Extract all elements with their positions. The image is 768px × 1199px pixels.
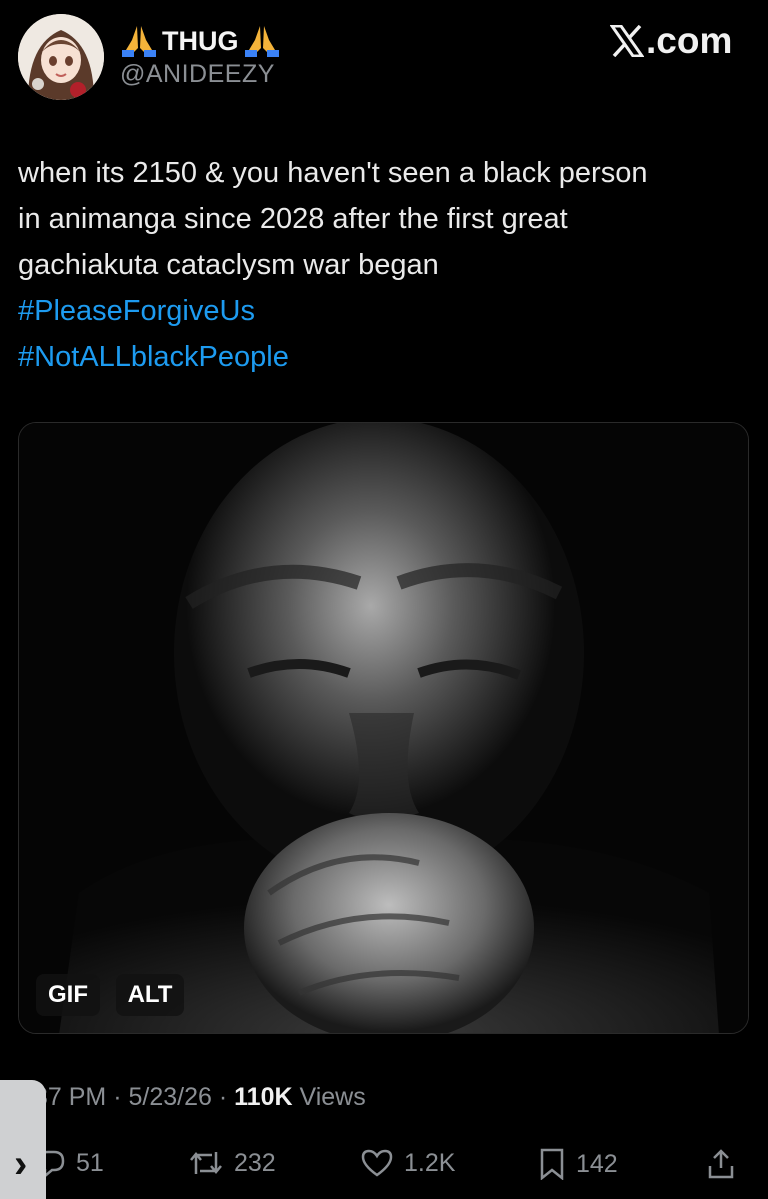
gif-badge: GIF	[36, 974, 100, 1016]
views-count: 110K	[234, 1083, 293, 1111]
share-button[interactable]	[706, 1148, 736, 1180]
site-logo-text: .com	[646, 20, 733, 61]
tweet-text-line: when its 2150 & you haven't seen a black…	[18, 157, 648, 189]
avatar[interactable]	[18, 14, 104, 100]
meta-separator: ·	[113, 1083, 122, 1111]
tweet-text-line: in animanga since 2028 after the first g…	[18, 203, 568, 235]
site-logo: .com	[610, 20, 732, 62]
tweet-text: when its 2150 & you haven't seen a black…	[18, 150, 753, 380]
user-handle[interactable]: @ANIDEEZY	[120, 60, 275, 89]
bookmark-button[interactable]: 142	[538, 1148, 618, 1180]
chevron-right-icon: ›	[14, 1142, 28, 1186]
hashtag-link[interactable]: #NotALLblackPeople	[18, 334, 753, 380]
repost-icon	[190, 1152, 222, 1174]
x-logo-icon	[610, 25, 644, 57]
display-name-text: THUG	[162, 25, 239, 56]
like-count: 1.2K	[404, 1148, 456, 1177]
reply-count: 51	[76, 1148, 104, 1177]
tweet-text-line: gachiakuta cataclysm war began	[18, 249, 439, 281]
hashtag-link[interactable]: #PleaseForgiveUs	[18, 288, 753, 334]
heart-icon	[361, 1149, 393, 1177]
views-label: Views	[299, 1083, 366, 1111]
avatar-image	[18, 14, 104, 100]
repost-count: 232	[234, 1148, 276, 1177]
bookmark-count: 142	[576, 1149, 618, 1178]
tweet-meta: 37 PM · 5/23/26 · 110K Views	[34, 1083, 366, 1112]
tweet-actions: 51 232 1.2K 142	[0, 1140, 768, 1196]
tweet-date[interactable]: 5/23/26	[129, 1083, 212, 1111]
alt-text-button[interactable]: ALT	[116, 974, 184, 1016]
share-icon	[708, 1149, 734, 1179]
tweet-media-gif[interactable]	[18, 422, 749, 1034]
bookmark-icon	[540, 1148, 564, 1180]
like-button[interactable]: 1.2K	[360, 1148, 455, 1178]
repost-button[interactable]: 232	[188, 1148, 276, 1178]
side-drawer-tab[interactable]: ›	[0, 1080, 46, 1199]
gif-image	[19, 423, 748, 1033]
folded-hands-icon	[122, 26, 156, 57]
display-name[interactable]: THUG	[120, 24, 281, 58]
meta-separator: ·	[218, 1083, 228, 1111]
reply-button[interactable]: 51	[36, 1148, 104, 1178]
folded-hands-icon	[244, 26, 279, 57]
